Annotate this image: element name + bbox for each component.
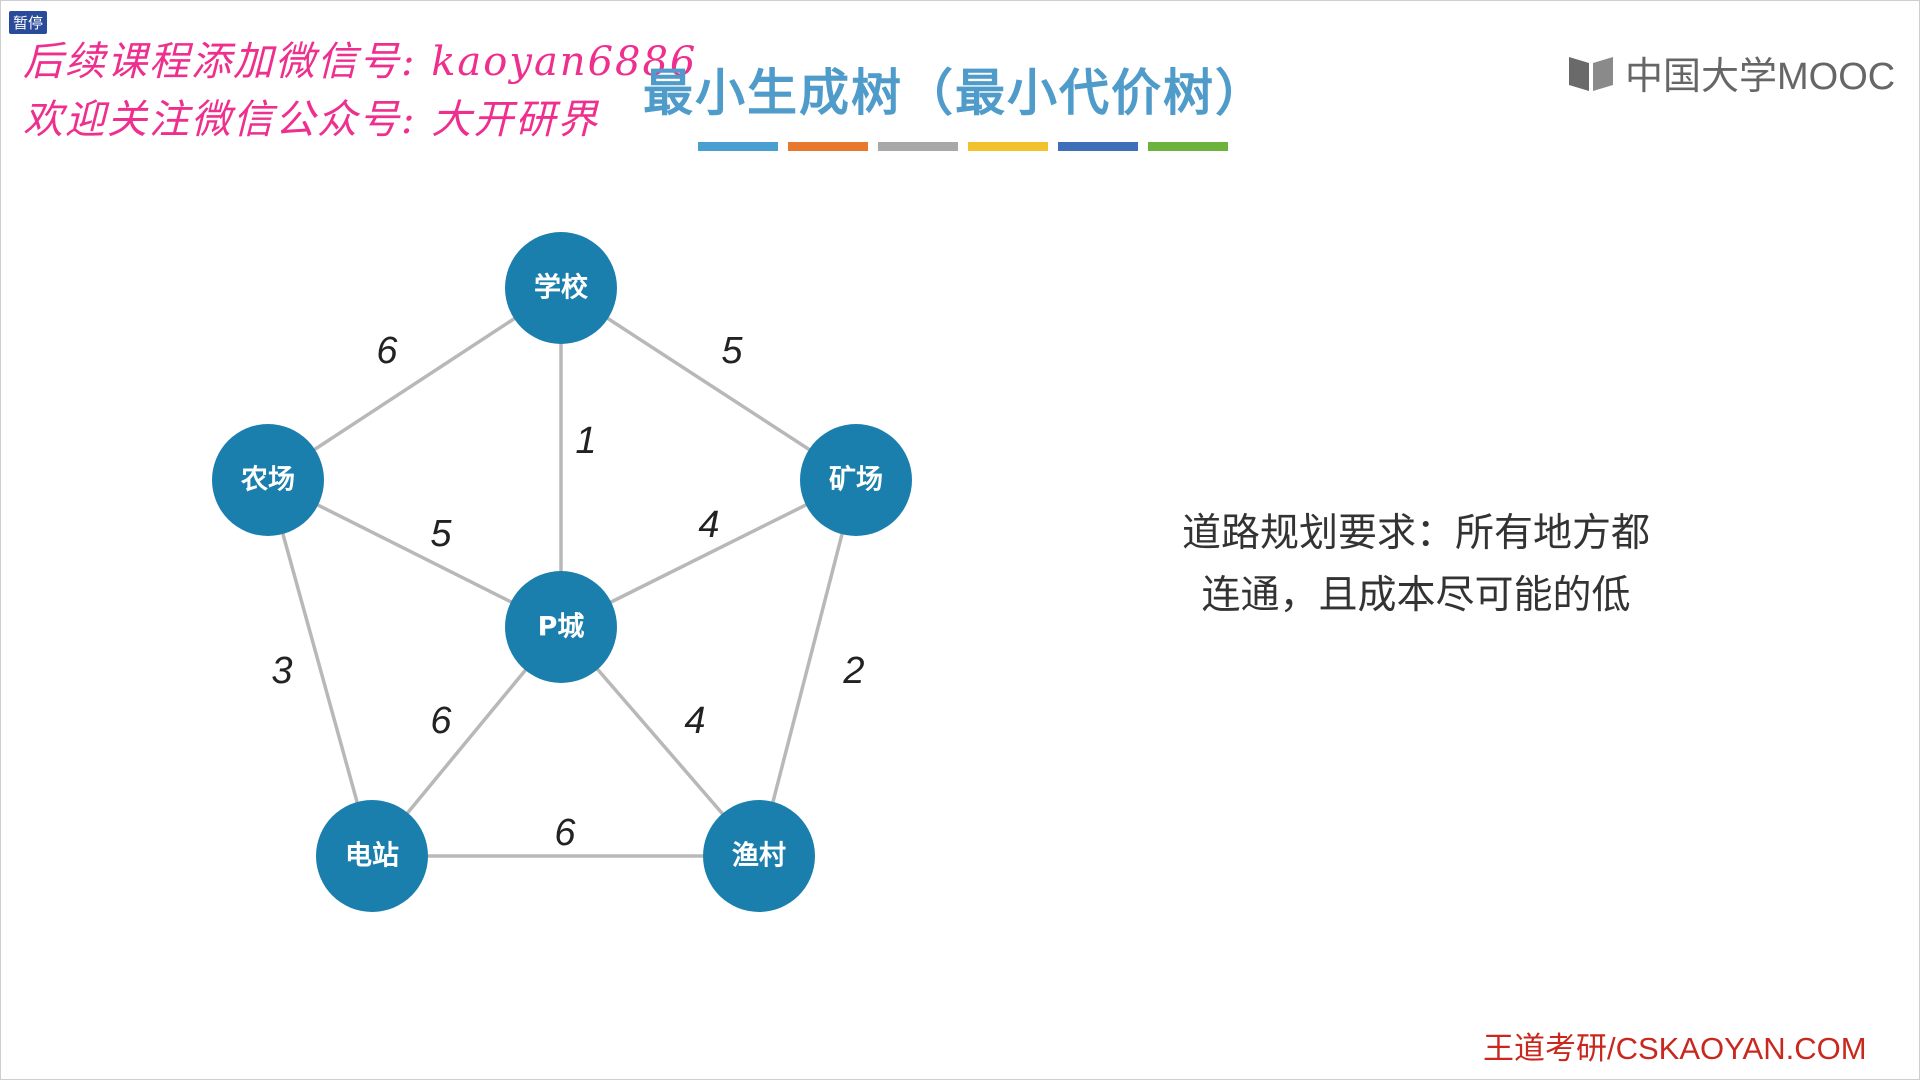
edge-weight-farm-station: 3 bbox=[271, 650, 292, 692]
node-station: 电站 bbox=[316, 800, 428, 912]
graph-diagram: 6 5 1 5 4 3 2 6 4 6 学校农场 矿场 P城电站 渔村 bbox=[212, 232, 912, 912]
node-village: 渔村 bbox=[703, 800, 815, 912]
node-pcity: P城 bbox=[505, 571, 617, 683]
edge-weight-school-mine: 5 bbox=[721, 330, 743, 372]
node-farm: 农场 bbox=[212, 424, 324, 536]
requirement-line-2: 连通，且成本尽可能的低 bbox=[1201, 573, 1631, 618]
edge-weight-mine-pcity: 4 bbox=[698, 504, 719, 546]
edge-weight-mine-village: 2 bbox=[842, 650, 864, 692]
node-label-farm: 农场 bbox=[240, 465, 295, 496]
node-mine: 矿场 bbox=[800, 424, 912, 536]
node-label-school: 学校 bbox=[534, 272, 588, 304]
edge-weight-farm-pcity: 5 bbox=[430, 513, 452, 555]
node-label-village: 渔村 bbox=[732, 841, 786, 872]
mooc-logo: 中国大学MOOC bbox=[1567, 45, 1895, 100]
node-label-pcity: P城 bbox=[538, 612, 585, 643]
open-book-icon bbox=[1569, 56, 1613, 93]
footer-brand: 王道考研/CSKAOYAN.COM bbox=[1483, 1031, 1867, 1066]
logo-text: 中国大学MOOC bbox=[1625, 56, 1896, 98]
edge-weight-station-village: 6 bbox=[554, 812, 576, 854]
requirement-line-1: 道路规划要求：所有地方都 bbox=[1181, 511, 1650, 556]
node-label-mine: 矿场 bbox=[829, 464, 883, 496]
node-school: 学校 bbox=[505, 232, 617, 344]
nodes-layer: 学校农场 矿场 P城电站 渔村 bbox=[212, 232, 912, 912]
node-label-station: 电站 bbox=[345, 841, 399, 872]
requirement-text: 道路规划要求：所有地方都 连通，且成本尽可能的低 bbox=[1121, 503, 1711, 627]
slide-canvas: 暂停 后续课程添加微信号: kaoyan6886 欢迎关注微信公众号: 大开研界… bbox=[0, 0, 1920, 1080]
edge-weight-school-farm: 6 bbox=[376, 330, 398, 372]
title-bar-5 bbox=[1058, 142, 1138, 151]
edge-weight-school-pcity: 1 bbox=[575, 420, 596, 462]
title-bar-6 bbox=[1148, 142, 1228, 151]
edge-mine-village bbox=[757, 479, 858, 857]
edge-weight-pcity-village: 4 bbox=[684, 700, 705, 742]
edge-weight-pcity-station: 6 bbox=[430, 700, 452, 742]
